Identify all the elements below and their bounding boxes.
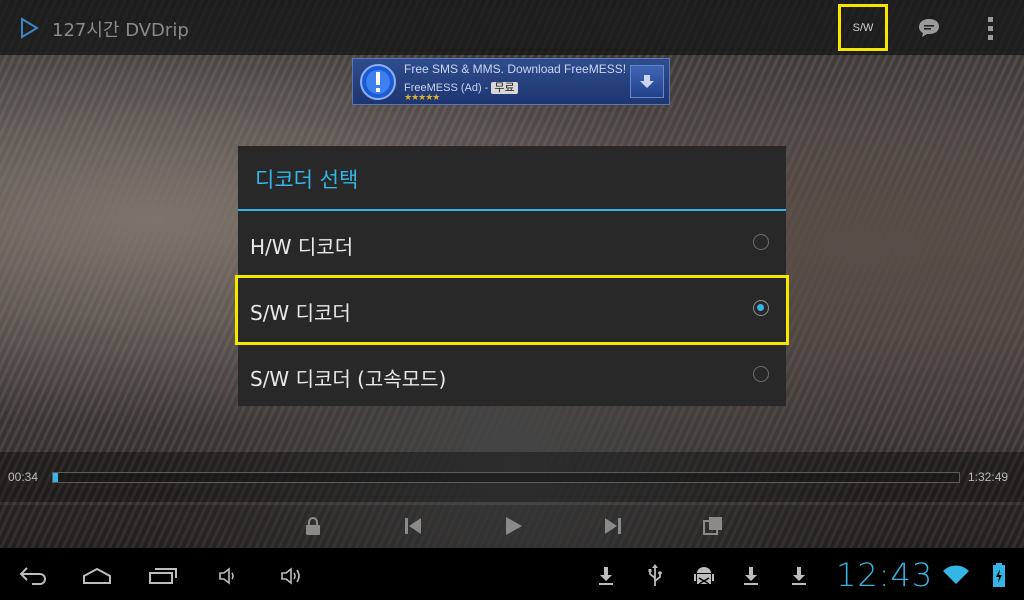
subtitle-icon[interactable]: [917, 17, 941, 39]
seek-progress: [53, 473, 59, 482]
action-bar: 127시간 DVDrip S/W: [0, 0, 1024, 55]
screen-ratio-icon[interactable]: [702, 515, 724, 537]
radio-sw-decoder-fast[interactable]: [753, 366, 769, 382]
download-notification-icon[interactable]: [597, 565, 615, 587]
option-label: H/W 디코더: [250, 235, 354, 259]
download-notification-icon[interactable]: [742, 565, 760, 587]
previous-icon[interactable]: [402, 515, 424, 537]
decoder-button[interactable]: S/W: [838, 4, 888, 51]
download-notification-icon[interactable]: [790, 565, 808, 587]
system-bar: 12:43: [0, 548, 1024, 600]
usb-icon[interactable]: [647, 564, 663, 588]
radio-hw-decoder[interactable]: [753, 234, 769, 250]
current-time: 00:34: [8, 470, 39, 484]
radio-sw-decoder[interactable]: [753, 300, 769, 316]
video-title: 127시간 DVDrip: [52, 20, 189, 41]
option-label: S/W 디코더 (고속모드): [250, 367, 447, 391]
clock[interactable]: 12:43: [836, 556, 933, 594]
android-debug-icon[interactable]: [693, 564, 715, 588]
player-controls: [0, 505, 1024, 548]
recent-apps-icon[interactable]: [148, 567, 178, 585]
ad-download-button[interactable]: [630, 65, 664, 98]
play-pause-icon[interactable]: [502, 515, 524, 537]
option-hw-decoder[interactable]: H/W 디코더: [238, 211, 786, 276]
freemess-logo-icon: [360, 64, 396, 100]
seek-bar[interactable]: [52, 472, 960, 483]
ad-headline: Free SMS & MMS. Download FreeMESS!: [404, 62, 627, 76]
ad-price: 무료: [491, 82, 518, 94]
play-icon[interactable]: [18, 17, 40, 39]
home-icon[interactable]: [82, 567, 112, 585]
volume-up-icon[interactable]: [280, 567, 304, 585]
download-icon: [640, 74, 654, 88]
total-time: 1:32:49: [968, 470, 1009, 484]
volume-down-icon[interactable]: [218, 567, 238, 585]
back-icon[interactable]: [18, 565, 48, 585]
option-sw-decoder[interactable]: S/W 디코더: [238, 277, 786, 342]
decoder-dialog: 디코더 선택 H/W 디코더 S/W 디코더 S/W 디코더 (고속모드): [238, 146, 786, 406]
wifi-icon: [943, 565, 969, 584]
seek-row: 00:34 1:32:49: [0, 452, 1024, 502]
dialog-title: 디코더 선택: [255, 168, 359, 192]
option-label: S/W 디코더: [250, 301, 351, 325]
battery-charging-icon: [993, 563, 1005, 587]
lock-icon[interactable]: [302, 515, 324, 537]
overflow-menu-icon[interactable]: [985, 14, 997, 42]
option-sw-decoder-fast[interactable]: S/W 디코더 (고속모드): [238, 343, 786, 408]
ad-banner[interactable]: Free SMS & MMS. Download FreeMESS! FreeM…: [352, 58, 670, 105]
ad-rating: ★★★★★: [404, 93, 440, 103]
next-icon[interactable]: [602, 515, 624, 537]
